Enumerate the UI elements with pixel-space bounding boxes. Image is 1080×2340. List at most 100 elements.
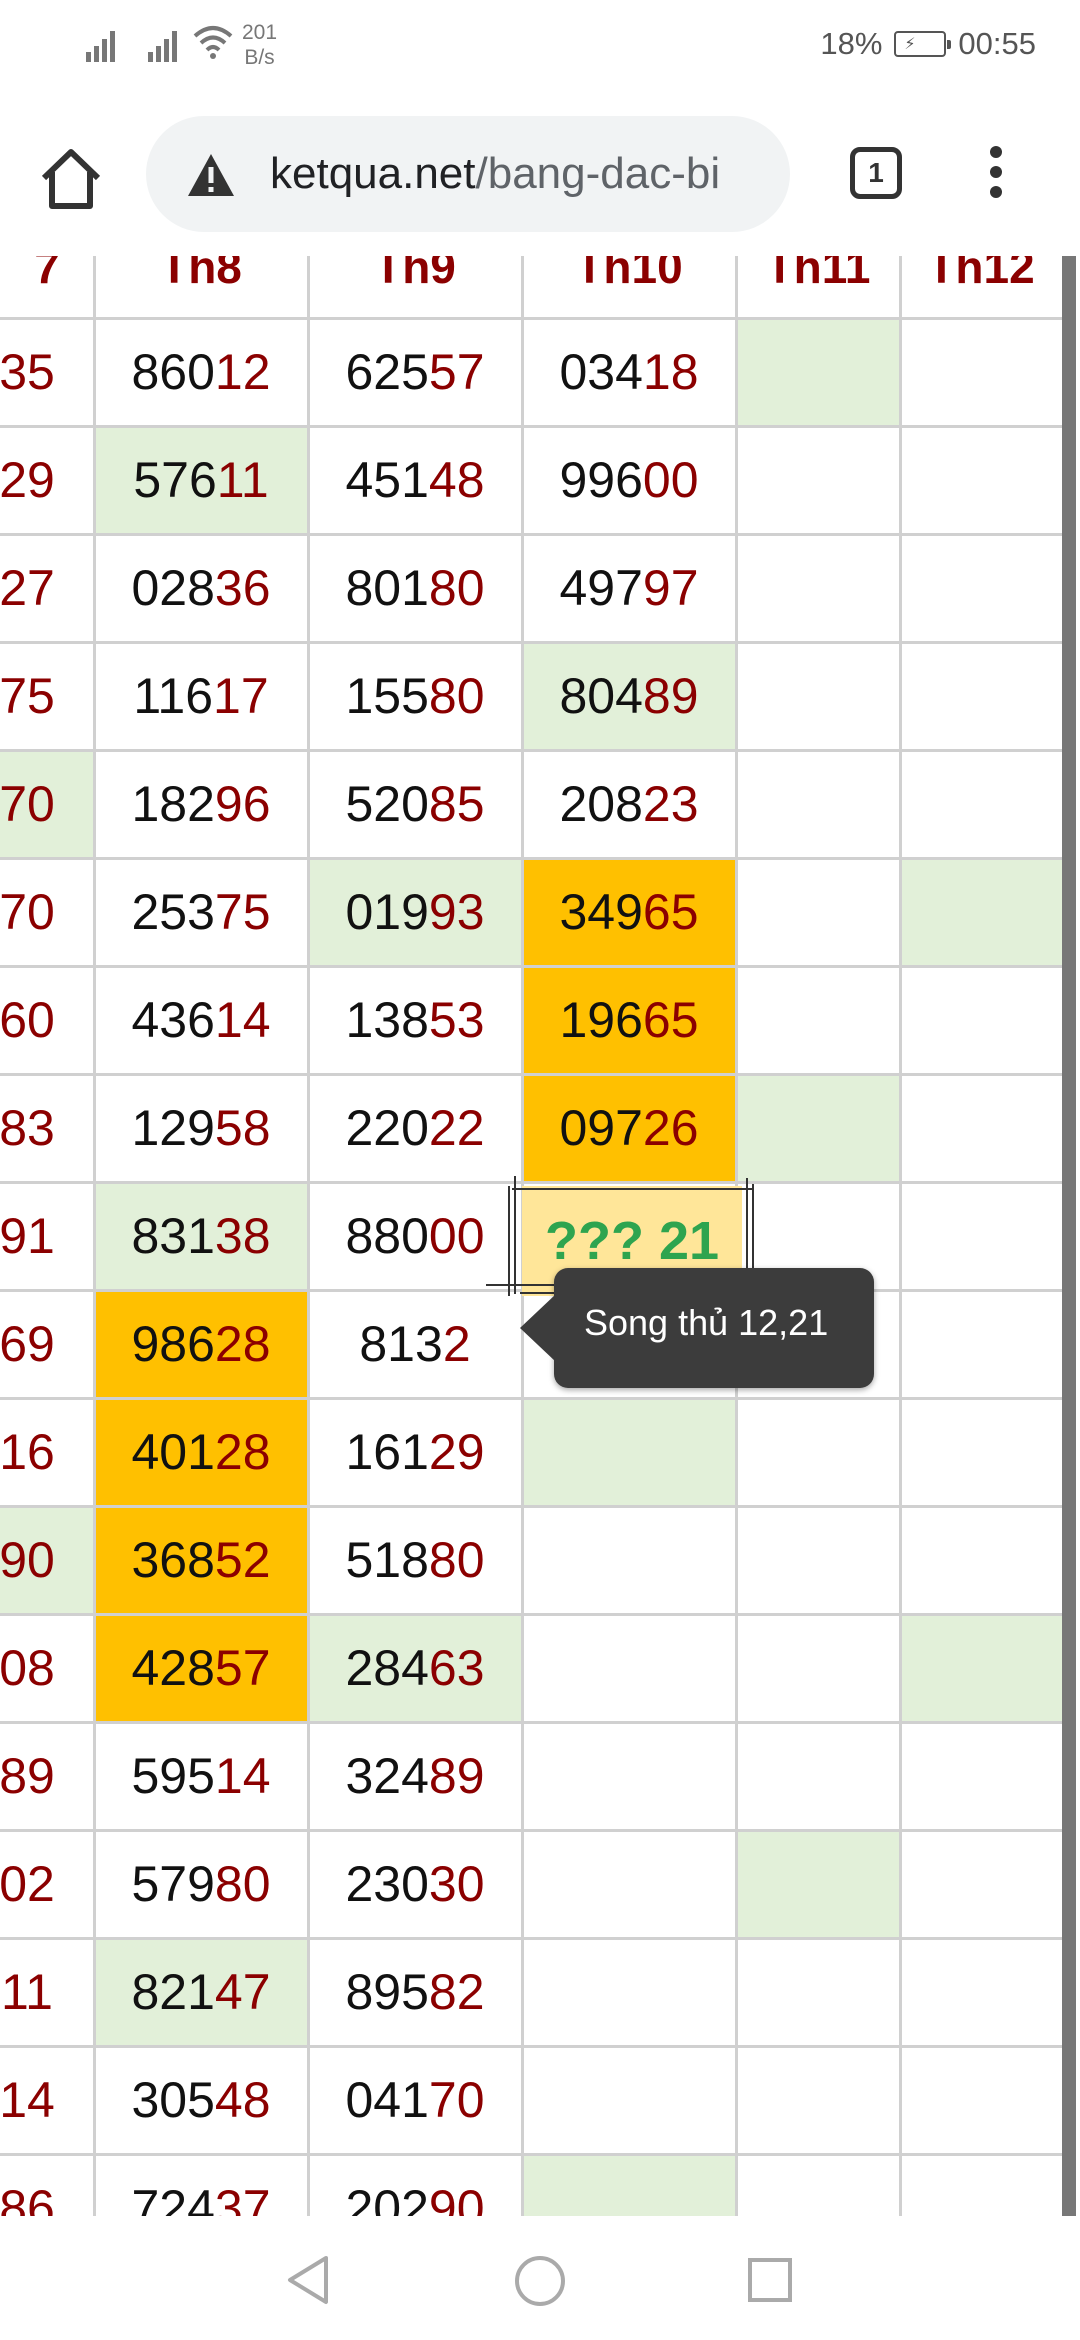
table-cell[interactable]: 82147 [94,1938,308,2046]
table-cell[interactable]: 99600 [522,426,736,534]
table-cell[interactable] [736,1398,900,1506]
table-cell[interactable] [522,1506,736,1614]
back-icon[interactable] [284,2254,332,2306]
recents-icon[interactable] [746,2254,794,2306]
table-cell[interactable] [522,1614,736,1722]
table-cell[interactable]: 03418 [522,318,736,426]
table-cell[interactable] [736,534,900,642]
table-cell[interactable] [736,1938,900,2046]
home-circle-icon[interactable] [513,2254,567,2308]
table-cell[interactable]: 22022 [308,1074,522,1182]
table-cell[interactable]: 42857 [94,1614,308,1722]
table-cell[interactable]: 75 [0,642,94,750]
table-cell[interactable]: 16 [0,1398,94,1506]
scrollbar[interactable] [1062,256,1076,2216]
table-cell[interactable] [736,1722,900,1830]
table-cell[interactable] [736,2046,900,2154]
table-cell[interactable]: 8132‌ [308,1290,522,1398]
table-cell[interactable]: 45148 [308,426,522,534]
table-cell[interactable] [522,1938,736,2046]
table-cell[interactable] [736,1506,900,1614]
table-cell[interactable]: 18296 [94,750,308,858]
table-cell[interactable]: 86 [0,2154,94,2216]
table-cell[interactable] [736,1830,900,1938]
table-cell[interactable]: 01993 [308,858,522,966]
table-cell[interactable] [522,1830,736,1938]
table-cell[interactable] [736,966,900,1074]
table-cell[interactable]: 20290 [308,2154,522,2216]
table-cell[interactable]: 40128 [94,1398,308,1506]
table-cell[interactable]: 91 [0,1182,94,1290]
table-cell[interactable]: 32489 [308,1722,522,1830]
table-cell[interactable]: 89582 [308,1938,522,2046]
table-cell[interactable] [736,858,900,966]
table-cell[interactable] [900,2046,1062,2154]
table-cell[interactable]: 28463 [308,1614,522,1722]
table-cell[interactable] [900,2154,1062,2216]
table-cell[interactable] [900,318,1062,426]
table-cell[interactable]: 69 [0,1290,94,1398]
table-cell[interactable]: 80489 [522,642,736,750]
table-cell[interactable] [900,642,1062,750]
table-cell[interactable] [736,318,900,426]
table-cell[interactable] [736,2154,900,2216]
table-cell[interactable] [736,1614,900,1722]
table-cell[interactable]: 27 [0,534,94,642]
table-cell[interactable]: 11 [0,1938,94,2046]
table-cell[interactable] [522,1398,736,1506]
table-cell[interactable]: 02 [0,1830,94,1938]
table-cell[interactable] [900,1614,1062,1722]
table-cell[interactable]: 57980 [94,1830,308,1938]
home-icon[interactable] [36,144,106,214]
table-cell[interactable]: 34965 [522,858,736,966]
table-cell[interactable]: 59514 [94,1722,308,1830]
table-cell[interactable]: 98628 [94,1290,308,1398]
table-cell[interactable]: 51880 [308,1506,522,1614]
table-cell[interactable]: 70 [0,858,94,966]
url-text[interactable]: ketqua.net/bang-dac-bi [270,148,720,200]
table-cell[interactable] [900,1182,1062,1290]
table-cell[interactable]: 52085 [308,750,522,858]
table-cell[interactable] [900,1506,1062,1614]
table-cell[interactable]: 08 [0,1614,94,1722]
table-cell[interactable] [900,1398,1062,1506]
table-cell[interactable] [900,1074,1062,1182]
table-cell[interactable]: 20823 [522,750,736,858]
table-cell[interactable] [900,966,1062,1074]
table-cell[interactable] [522,2154,736,2216]
table-cell[interactable] [736,1074,900,1182]
table-cell[interactable]: 16129 [308,1398,522,1506]
table-cell[interactable]: 30548 [94,2046,308,2154]
table-cell[interactable]: 86012 [94,318,308,426]
table-cell[interactable]: 29 [0,426,94,534]
table-cell[interactable]: 60 [0,966,94,1074]
table-cell[interactable]: 14 [0,2046,94,2154]
table-cell[interactable] [900,1830,1062,1938]
table-cell[interactable]: 80180 [308,534,522,642]
table-cell[interactable] [522,2046,736,2154]
table-cell[interactable]: 11617 [94,642,308,750]
table-cell[interactable] [736,642,900,750]
table-cell[interactable]: 72437 [94,2154,308,2216]
warning-icon[interactable] [186,152,236,198]
table-cell[interactable]: 12958 [94,1074,308,1182]
table-cell[interactable]: 36852 [94,1506,308,1614]
table-cell[interactable]: 43614 [94,966,308,1074]
table-cell[interactable]: 23030 [308,1830,522,1938]
table-cell[interactable]: 04170 [308,2046,522,2154]
table-cell[interactable]: 83 [0,1074,94,1182]
table-cell[interactable]: 90 [0,1506,94,1614]
table-cell[interactable]: 49797 [522,534,736,642]
table-cell[interactable]: 57611 [94,426,308,534]
more-vert-icon[interactable] [984,146,1008,206]
table-cell[interactable] [522,1722,736,1830]
table-cell[interactable]: 35 [0,318,94,426]
table-cell[interactable] [900,750,1062,858]
table-cell[interactable] [900,426,1062,534]
table-cell[interactable]: 88000 [308,1182,522,1290]
table-cell[interactable]: 15580 [308,642,522,750]
table-cell[interactable] [736,426,900,534]
table-cell[interactable] [900,534,1062,642]
table-cell[interactable] [736,750,900,858]
table-cell[interactable] [900,1722,1062,1830]
